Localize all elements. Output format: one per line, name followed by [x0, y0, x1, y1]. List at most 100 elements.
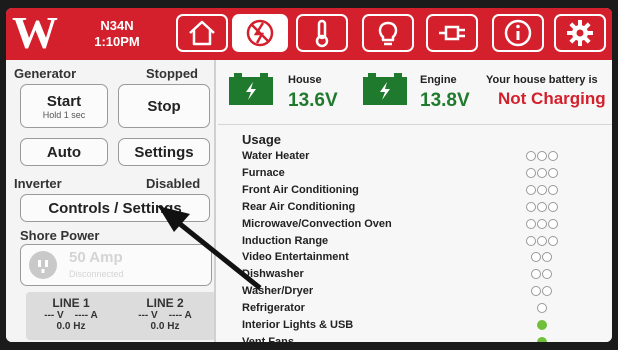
house-battery-icon — [229, 73, 273, 105]
engine-battery-voltage: 13.8V — [420, 90, 470, 111]
line-2-name: LINE 2 — [146, 296, 184, 310]
level-dot-off — [547, 184, 558, 195]
nav-lights-button[interactable] — [362, 14, 414, 52]
house-battery-voltage: 13.6V — [288, 90, 338, 111]
gear-icon — [567, 20, 593, 46]
inverter-label: Inverter — [14, 176, 62, 191]
left-panel: Generator Stopped Start Hold 1 sec Stop … — [6, 60, 216, 342]
controls-label: Controls / Settings — [48, 200, 182, 217]
inverter-controls-button[interactable]: Controls / Settings — [20, 194, 210, 222]
power-icon — [246, 19, 274, 47]
home-icon — [189, 20, 215, 46]
shore-power-label: Shore Power — [20, 228, 100, 243]
level-dot-off — [536, 218, 547, 229]
usage-item-name: Furnace — [242, 166, 285, 179]
usage-row: Vent Fans — [242, 336, 612, 342]
usage-level-indicator — [536, 336, 547, 342]
right-panel: House 13.6V Engine 13.8V Your house batt… — [216, 60, 612, 342]
usage-level-indicator — [531, 286, 552, 297]
lightbulb-icon — [378, 21, 398, 46]
usage-row: Interior Lights & USB — [242, 319, 612, 336]
usage-item-name: Water Heater — [242, 150, 310, 162]
level-dot-off — [536, 151, 547, 161]
usage-level-indicator — [536, 303, 547, 314]
line-1-freq: 0.0 Hz — [56, 321, 86, 332]
level-dot-off — [547, 151, 558, 161]
level-dot-off — [536, 167, 547, 178]
nav-info-button[interactable] — [492, 14, 544, 52]
usage-item-name: Interior Lights & USB — [242, 319, 354, 331]
nav-power-source-button[interactable] — [426, 14, 478, 52]
level-dot-off — [542, 286, 552, 297]
level-dot-off — [525, 151, 536, 161]
control-panel-screen: W N34N 1:10PM Generator Stopped Start Ho… — [6, 8, 612, 342]
level-dot-off — [536, 201, 547, 212]
level-dot-off — [547, 218, 558, 229]
generator-settings-button[interactable]: Settings — [118, 138, 210, 166]
level-dot-on — [536, 320, 547, 330]
usage-level-indicator — [536, 320, 547, 330]
generator-auto-button[interactable]: Auto — [20, 138, 108, 166]
generator-stop-button[interactable]: Stop — [118, 84, 210, 128]
level-dot-off — [542, 252, 552, 263]
generator-label: Generator — [14, 66, 77, 81]
usage-item-name: Video Entertainment — [242, 251, 349, 264]
battery-message: Your house battery is — [486, 74, 598, 86]
brand-logo: W — [12, 8, 58, 58]
nav-power-button[interactable] — [232, 14, 288, 52]
shore-amps: 50 Amp — [69, 249, 123, 266]
level-dot-off — [547, 201, 558, 212]
usage-row: Refrigerator — [242, 302, 612, 319]
usage-level-indicator — [531, 252, 552, 263]
usage-title: Usage — [242, 132, 282, 147]
usage-level-indicator — [525, 235, 558, 246]
usage-row: Induction Range — [242, 235, 612, 252]
line-2-reading: --- V ---- A — [138, 310, 192, 321]
line-1-name: LINE 1 — [52, 296, 90, 310]
level-dot-off — [525, 184, 536, 195]
nav-climate-button[interactable] — [296, 14, 348, 52]
level-dot-off — [547, 235, 558, 246]
outlet-icon — [29, 251, 57, 279]
level-dot-off — [542, 269, 552, 280]
usage-row: Water Heater — [242, 150, 612, 167]
usage-item-name: Vent Fans — [242, 335, 294, 342]
level-dot-off — [525, 218, 536, 229]
usage-item-name: Dishwasher — [242, 268, 304, 281]
stop-label: Stop — [147, 98, 181, 115]
info-icon — [504, 19, 532, 47]
usage-row: Video Entertainment — [242, 251, 612, 268]
generator-start-button[interactable]: Start Hold 1 sec — [20, 84, 108, 128]
usage-row: Microwave/Convection Oven — [242, 218, 612, 235]
generator-status: Stopped — [146, 66, 198, 81]
usage-item-name: Induction Range — [242, 234, 329, 247]
level-dot-off — [531, 252, 541, 263]
level-dot-off — [525, 167, 536, 178]
level-dot-on — [536, 336, 547, 342]
shore-status: Disconnected — [69, 269, 124, 279]
usage-level-indicator — [525, 201, 558, 212]
level-dot-off — [525, 201, 536, 212]
usage-item-name: Front Air Conditioning — [242, 183, 359, 196]
engine-battery-label: Engine — [420, 74, 457, 86]
engine-battery-icon — [363, 73, 407, 105]
level-dot-off — [531, 286, 541, 297]
ac-lines-readout: LINE 1 --- V ---- A 0.0 Hz LINE 2 --- V … — [26, 292, 216, 340]
inverter-status: Disabled — [146, 176, 201, 191]
line-2: LINE 2 --- V ---- A 0.0 Hz — [120, 296, 210, 332]
nav-home-button[interactable] — [176, 14, 228, 52]
usage-row: Dishwasher — [242, 268, 612, 285]
clock: 1:10PM — [94, 34, 140, 49]
usage-level-indicator — [531, 269, 552, 280]
level-dot-off — [531, 269, 541, 280]
level-dot-off — [525, 235, 536, 246]
line-2-freq: 0.0 Hz — [150, 321, 180, 332]
usage-row: Rear Air Conditioning — [242, 201, 612, 218]
usage-level-indicator — [525, 218, 558, 229]
plug-icon — [439, 25, 465, 41]
settings-label: Settings — [134, 144, 194, 161]
level-dot-off — [536, 303, 547, 314]
shore-power-box[interactable]: 50 Amp Disconnected — [20, 244, 212, 286]
usage-row: Front Air Conditioning — [242, 184, 612, 201]
nav-settings-button[interactable] — [554, 14, 606, 52]
